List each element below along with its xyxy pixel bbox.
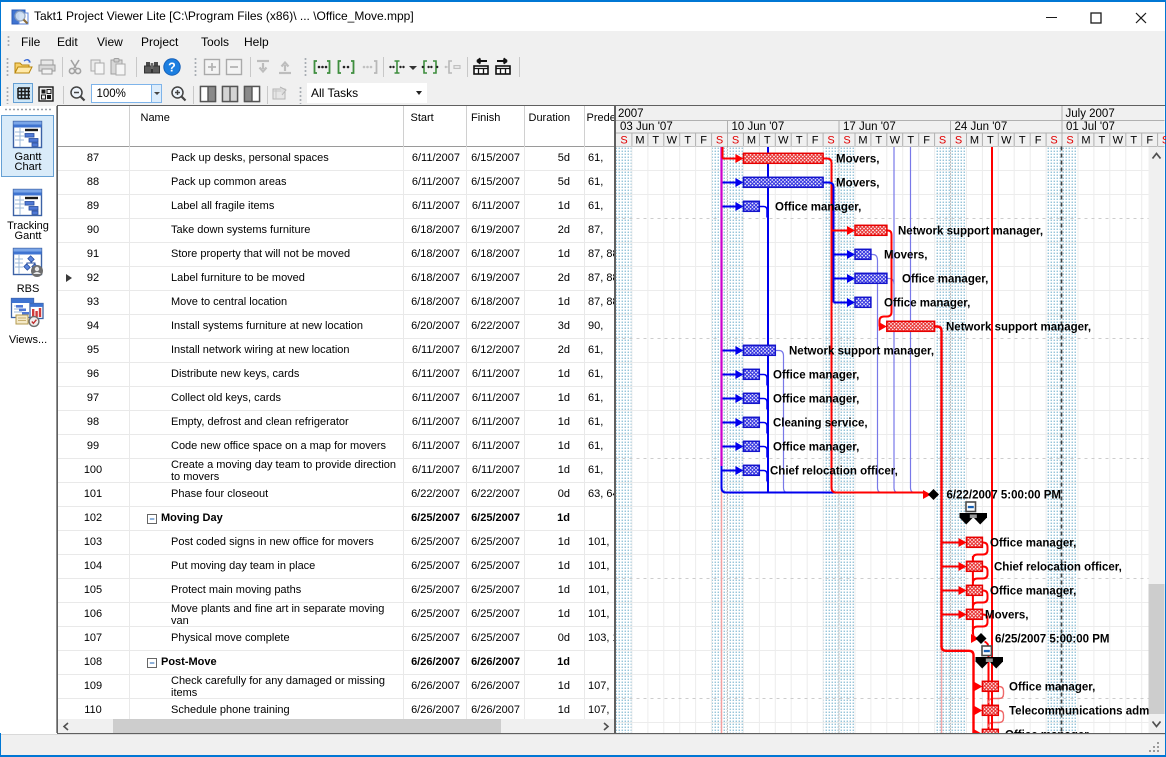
svg-text:M: M	[858, 135, 867, 147]
svg-text:S: S	[1066, 135, 1073, 147]
svg-text:S: S	[955, 135, 962, 147]
svg-text:Movers,: Movers,	[884, 250, 927, 262]
svg-text:Office manager,: Office manager,	[773, 370, 859, 382]
svg-text:Office manager,: Office manager,	[884, 298, 970, 310]
svg-text:S: S	[939, 135, 946, 147]
svg-text:24 Jun '07: 24 Jun '07	[955, 121, 1008, 133]
svg-text:T: T	[764, 135, 771, 147]
svg-text:W: W	[778, 135, 789, 147]
svg-text:10 Jun '07: 10 Jun '07	[732, 121, 785, 133]
svg-text:W: W	[1113, 135, 1124, 147]
svg-text:F: F	[1035, 135, 1042, 147]
svg-text:T: T	[684, 135, 691, 147]
svg-text:W: W	[667, 135, 678, 147]
svg-text:M: M	[970, 135, 979, 147]
svg-text:Cleaning service,: Cleaning service,	[773, 418, 868, 430]
svg-text:F: F	[700, 135, 707, 147]
svg-text:Office manager,: Office manager,	[773, 442, 859, 454]
svg-text:T: T	[907, 135, 914, 147]
svg-text:2007: 2007	[618, 108, 644, 120]
svg-text:Movers,: Movers,	[836, 154, 879, 166]
svg-text:July 2007: July 2007	[1066, 108, 1115, 120]
svg-text:6/25/2007 5:00:00 PM: 6/25/2007 5:00:00 PM	[995, 634, 1109, 646]
svg-text:Office manager,: Office manager,	[1009, 682, 1095, 694]
svg-text:Office manager,: Office manager,	[773, 394, 859, 406]
svg-text:T: T	[652, 135, 659, 147]
svg-text:6/22/2007 5:00:00 PM: 6/22/2007 5:00:00 PM	[947, 490, 1061, 502]
svg-text:Network support manager,: Network support manager,	[946, 322, 1091, 334]
svg-text:M: M	[635, 135, 644, 147]
svg-text:Movers,: Movers,	[985, 610, 1028, 622]
svg-text:T: T	[987, 135, 994, 147]
svg-text:W: W	[890, 135, 901, 147]
svg-text:?: ?	[168, 61, 176, 75]
svg-text:S: S	[843, 135, 850, 147]
svg-text:T: T	[1019, 135, 1026, 147]
svg-text:T: T	[1130, 135, 1137, 147]
svg-text:M: M	[747, 135, 756, 147]
svg-text:F: F	[923, 135, 930, 147]
svg-text:T: T	[1099, 135, 1106, 147]
svg-text:F: F	[1146, 135, 1153, 147]
svg-text:W: W	[1001, 135, 1012, 147]
svg-text:T: T	[796, 135, 803, 147]
svg-text:01 Jul '07: 01 Jul '07	[1066, 121, 1115, 133]
svg-text:Office manager,: Office manager,	[902, 274, 988, 286]
svg-text:03 Jun '07: 03 Jun '07	[620, 121, 673, 133]
svg-text:Office manager,: Office manager,	[775, 202, 861, 214]
svg-text:F: F	[812, 135, 819, 147]
svg-text:Chief relocation officer,: Chief relocation officer,	[994, 562, 1122, 574]
svg-text:S: S	[1162, 135, 1166, 147]
svg-text:Movers,: Movers,	[836, 178, 879, 190]
svg-text:Chief relocation officer,: Chief relocation officer,	[770, 466, 898, 478]
svg-text:T: T	[875, 135, 882, 147]
svg-text:S: S	[732, 135, 739, 147]
svg-text:Telecommunications administrat: Telecommunications administrator,	[1009, 706, 1166, 718]
svg-text:M: M	[1081, 135, 1090, 147]
svg-text:17 Jun '07: 17 Jun '07	[843, 121, 896, 133]
svg-text:S: S	[827, 135, 834, 147]
svg-text:Network support manager,: Network support manager,	[898, 226, 1043, 238]
svg-text:S: S	[1050, 135, 1057, 147]
svg-text:S: S	[620, 135, 627, 147]
svg-text:Office manager,: Office manager,	[990, 586, 1076, 598]
svg-text:Network support manager,: Network support manager,	[789, 346, 934, 358]
svg-text:Office manager,: Office manager,	[990, 538, 1076, 550]
svg-text:S: S	[716, 135, 723, 147]
